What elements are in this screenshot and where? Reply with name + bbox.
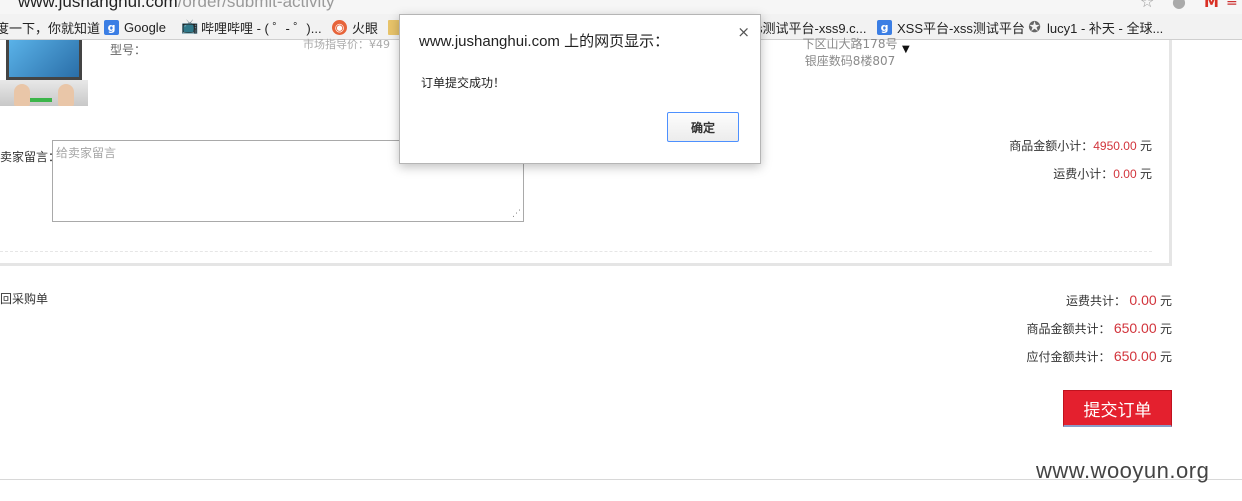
goods-subtotal-value: 4950.00 (1093, 139, 1137, 153)
back-to-cart-link[interactable]: 回采购单 (0, 290, 48, 307)
shipping-subtotal-label: 运费小计： (1053, 167, 1114, 181)
dialog-title: www.jushanghui.com 上的网页显示： (419, 33, 670, 50)
bookmark-label: Google (124, 19, 166, 35)
goods-total-value: 650.00 (1113, 320, 1157, 336)
shipping-subtotal-value: 0.00 (1113, 167, 1137, 181)
submit-order-button[interactable]: 提交订单 (1063, 390, 1172, 427)
currency-unit: 元 (1139, 167, 1152, 181)
keyboard-highlight (30, 98, 52, 102)
goods-subtotal-row: 商品金额小计：4950.00 元 (1009, 137, 1152, 154)
bookmark-item[interactable]: 📺 哔哩哔哩 - ( ゜- ゜)... (181, 14, 322, 40)
bookmark-label: 火眼 (352, 20, 379, 36)
menu-icon[interactable]: ≡ (1226, 0, 1238, 10)
product-thumbnail[interactable] (0, 40, 88, 106)
bookmark-label: 度一下，你就知道 (0, 20, 101, 36)
tv-icon: 📺 (181, 18, 199, 35)
payable-total-row: 应付金额共计： 650.00 元 (1026, 348, 1172, 365)
ok-button[interactable]: 确定 (667, 112, 739, 142)
currency-unit: 元 (1159, 350, 1172, 364)
bookmark-label: 哔哩哔哩 - ( ゜- ゜)... (201, 20, 322, 36)
fire-icon: ◉ (332, 19, 347, 35)
bookmark-label: XSS平台-xss测试平台 (897, 20, 1025, 36)
star-icon: ✪ (1028, 17, 1041, 36)
bookmark-item[interactable]: g Google (104, 14, 166, 40)
bookmark-item[interactable]: ✪ lucy1 - 补天 - 全球... (1027, 14, 1163, 40)
shipping-address: 下区山大路178号银座数码8楼807 (802, 37, 898, 68)
url-host: www.jushanghui.com (18, 0, 178, 11)
dashed-divider (0, 251, 1152, 252)
shipping-total-value: 0.00 (1129, 292, 1157, 308)
currency-unit: 元 (1139, 139, 1152, 153)
goods-total-row: 商品金额共计： 650.00 元 (1026, 320, 1172, 337)
currency-unit: 元 (1159, 322, 1172, 336)
close-icon[interactable]: × (737, 23, 750, 41)
google-icon: g (877, 19, 892, 35)
bookmark-item[interactable]: 度一下，你就知道 (0, 14, 100, 40)
laptop-screen (6, 40, 82, 80)
goods-total-label: 商品金额共计： (1026, 322, 1111, 336)
hand-left (14, 84, 30, 106)
resize-grip-icon[interactable]: ⋰ (512, 210, 522, 220)
price-hint: 市场指导价：¥49 (303, 38, 390, 51)
hand-right (58, 84, 74, 106)
payable-total-label: 应付金额共计： (1026, 350, 1111, 364)
goods-subtotal-label: 商品金额小计： (1009, 139, 1094, 153)
message-label: 卖家留言： (0, 150, 61, 164)
shipping-total-row: 运费共计： 0.00 元 (1066, 292, 1172, 309)
alert-dialog: www.jushanghui.com 上的网页显示： × 订单提交成功！ 确定 (399, 14, 761, 164)
shipping-total-label: 运费共计： (1066, 294, 1127, 308)
bookmark-star-icon[interactable]: ☆ (1140, 0, 1154, 10)
address-bar[interactable]: www.jushanghui.com/order/submit-activity… (0, 0, 1242, 14)
address-dropdown-icon[interactable]: ▼ (902, 44, 910, 55)
shipping-subtotal-row: 运费小计：0.00 元 (1053, 165, 1152, 182)
bookmark-label: s测试平台-xss9.c... (756, 20, 867, 36)
url-text[interactable]: www.jushanghui.com/order/submit-activity (18, 0, 335, 12)
url-path: /order/submit-activity (177, 0, 335, 11)
gmail-icon[interactable]: M (1204, 0, 1219, 10)
bookmark-label: lucy1 - 补天 - 全球... (1047, 20, 1164, 36)
payable-total-value: 650.00 (1113, 348, 1157, 364)
extension-icon[interactable]: ● (1172, 0, 1186, 10)
model-label: 型号： (110, 43, 147, 57)
watermark: www.wooyun.org (1036, 458, 1210, 483)
google-icon: g (104, 19, 119, 35)
dialog-message: 订单提交成功！ (421, 76, 506, 90)
currency-unit: 元 (1159, 294, 1172, 308)
